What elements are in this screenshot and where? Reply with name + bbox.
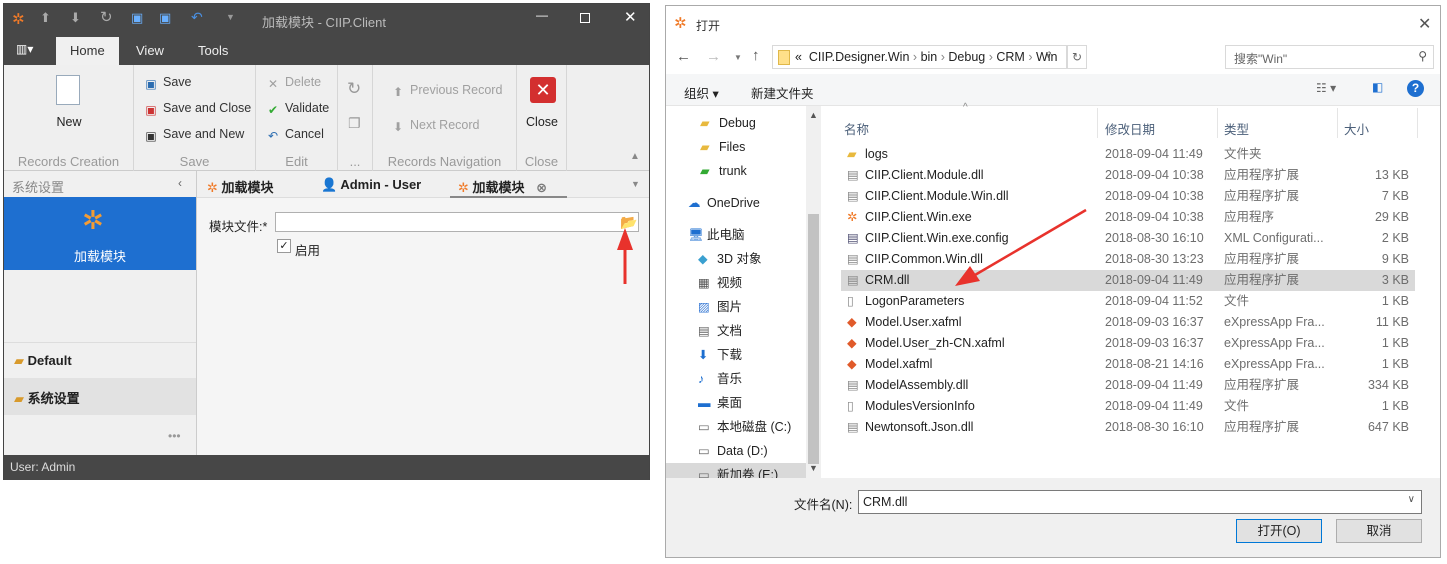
red-arrow-up	[617, 228, 633, 284]
annotation-arrows	[617, 208, 1087, 286]
red-arrow-diagonal	[955, 208, 1087, 286]
